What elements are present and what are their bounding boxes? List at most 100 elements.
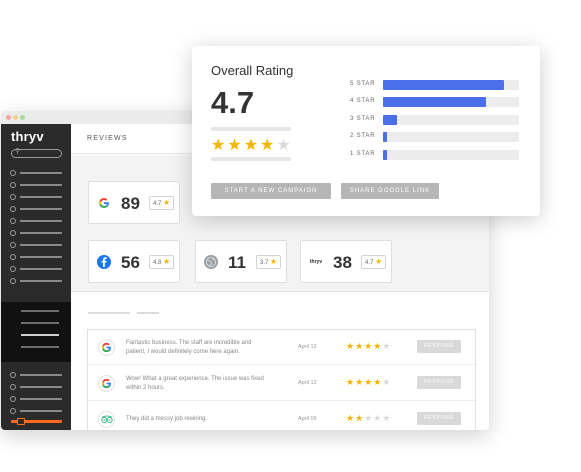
respond-button[interactable]: RESPOND (417, 376, 461, 389)
star-icon: ★ (375, 257, 383, 266)
placeholder-bar (211, 127, 291, 131)
distribution-fill (383, 115, 397, 125)
sidebar-item[interactable] (10, 170, 64, 176)
share-google-link-button[interactable]: SHARE GOOGLE LINK (341, 183, 439, 199)
sidebar-item[interactable] (10, 266, 64, 272)
rating-badge: 4.7 ★ (149, 196, 175, 210)
distribution-track (383, 115, 519, 125)
google-icon (97, 196, 111, 210)
thryv-icon: thryv (309, 259, 323, 265)
menu-circle-icon (10, 242, 16, 248)
menu-circle-icon (10, 396, 16, 402)
start-campaign-button[interactable]: START A NEW CAMPAIGN (211, 183, 331, 199)
review-row: They did a messy job rewiring. April 06 … (88, 402, 475, 430)
overall-score: 4.7 (211, 85, 255, 120)
rating-badge: 4.7 ★ (361, 255, 387, 269)
distribution-label: 3 STAR (350, 116, 376, 122)
menu-circle-icon (10, 278, 16, 284)
distribution-row-3: 3 STAR (344, 115, 524, 125)
star-icon: ★ (270, 257, 278, 266)
distribution-track (383, 80, 519, 90)
sidebar-item[interactable] (10, 218, 64, 224)
sidebar-item[interactable] (10, 182, 64, 188)
source-card-thryv[interactable]: thryv 38 4.7 ★ (300, 240, 392, 283)
menu-circle-icon (10, 384, 16, 390)
sidebar-search-input[interactable]: ⚲ (11, 148, 62, 158)
review-count: 56 (121, 253, 140, 272)
distribution-label: 2 STAR (350, 133, 376, 139)
distribution-fill (383, 150, 388, 160)
review-stars: ★★★★★ (346, 413, 392, 423)
page-title: REVIEWS (87, 135, 128, 142)
tab-placeholder[interactable] (137, 312, 159, 314)
globe-icon (204, 255, 218, 269)
review-text: Wow! What a great experience. The issue … (126, 376, 264, 391)
sidebar-submenu (1, 302, 71, 362)
thryv-logo: thryv (11, 129, 44, 144)
sidebar-item[interactable] (10, 396, 64, 402)
submenu-item-active[interactable] (21, 334, 59, 336)
brand-slider-handle[interactable] (17, 418, 25, 425)
tab-placeholder[interactable] (88, 312, 130, 314)
menu-circle-icon (10, 230, 16, 236)
menu-circle-icon (10, 206, 16, 212)
distribution-fill (383, 132, 388, 142)
review-stars: ★★★★★ (346, 377, 392, 387)
distribution-row-4: 4 STAR (344, 97, 524, 107)
sidebar-item[interactable] (10, 254, 64, 260)
distribution-track (383, 150, 519, 160)
review-stars: ★★★★★ (346, 341, 392, 351)
review-row: Fantastic business. The staff are incred… (88, 330, 475, 365)
window-minimize-icon[interactable] (13, 115, 18, 120)
search-icon: ⚲ (15, 148, 21, 155)
google-icon (98, 339, 115, 356)
sidebar-item[interactable] (10, 372, 64, 378)
menu-circle-icon (10, 266, 16, 272)
card-title: Overall Rating (211, 63, 294, 78)
star-icon: ★ (163, 198, 171, 207)
review-count: 38 (333, 253, 352, 272)
submenu-item[interactable] (21, 310, 59, 312)
review-row: Wow! What a great experience. The issue … (88, 366, 475, 401)
distribution-row-1: 1 STAR (344, 150, 524, 160)
google-icon (98, 375, 115, 392)
distribution-row-5: 5 STAR (344, 80, 524, 90)
review-text: Fantastic business. The staff are incred… (126, 340, 252, 355)
rating-badge: 4.8 ★ (149, 255, 175, 269)
submenu-item[interactable] (21, 346, 59, 348)
sidebar-item[interactable] (10, 206, 64, 212)
menu-circle-icon (10, 408, 16, 414)
reviews-list: Fantastic business. The staff are incred… (87, 329, 476, 430)
sidebar-item[interactable] (10, 242, 64, 248)
review-date: April 12 (298, 344, 317, 350)
overall-stars: ★★★★★ (211, 137, 293, 154)
distribution-track (383, 132, 519, 142)
sidebar-item[interactable] (10, 384, 64, 390)
sidebar: thryv ⚲ (1, 124, 71, 430)
respond-button[interactable]: RESPOND (417, 412, 461, 425)
sidebar-item[interactable] (10, 278, 64, 284)
sidebar-item[interactable] (10, 194, 64, 200)
menu-circle-icon (10, 372, 16, 378)
distribution-fill (383, 80, 505, 90)
respond-button[interactable]: RESPOND (417, 340, 461, 353)
menu-circle-icon (10, 194, 16, 200)
review-date: April 06 (298, 416, 317, 422)
distribution-label: 5 STAR (350, 81, 376, 87)
submenu-item[interactable] (21, 322, 59, 324)
review-date: April 12 (298, 380, 317, 386)
sidebar-item[interactable] (10, 230, 64, 236)
overall-rating-card: Overall Rating 4.7 ★★★★★ 5 STAR 4 STAR 3… (192, 46, 540, 216)
tripadvisor-icon (98, 411, 115, 428)
rating-badge: 3.7 ★ (256, 255, 282, 269)
window-close-icon[interactable] (6, 115, 11, 120)
source-card-web[interactable]: 11 3.7 ★ (195, 240, 287, 283)
window-maximize-icon[interactable] (20, 115, 25, 120)
stage: thryv ⚲ REVIEWS 89 4.7 ★ 56 4.8 ★ 11 3.7… (0, 0, 581, 472)
sidebar-item[interactable] (10, 408, 64, 414)
distribution-fill (383, 97, 487, 107)
source-card-google[interactable]: 89 4.7 ★ (88, 181, 180, 224)
star-icon: ★ (163, 257, 171, 266)
source-card-facebook[interactable]: 56 4.8 ★ (88, 240, 180, 283)
review-count: 89 (121, 194, 140, 213)
